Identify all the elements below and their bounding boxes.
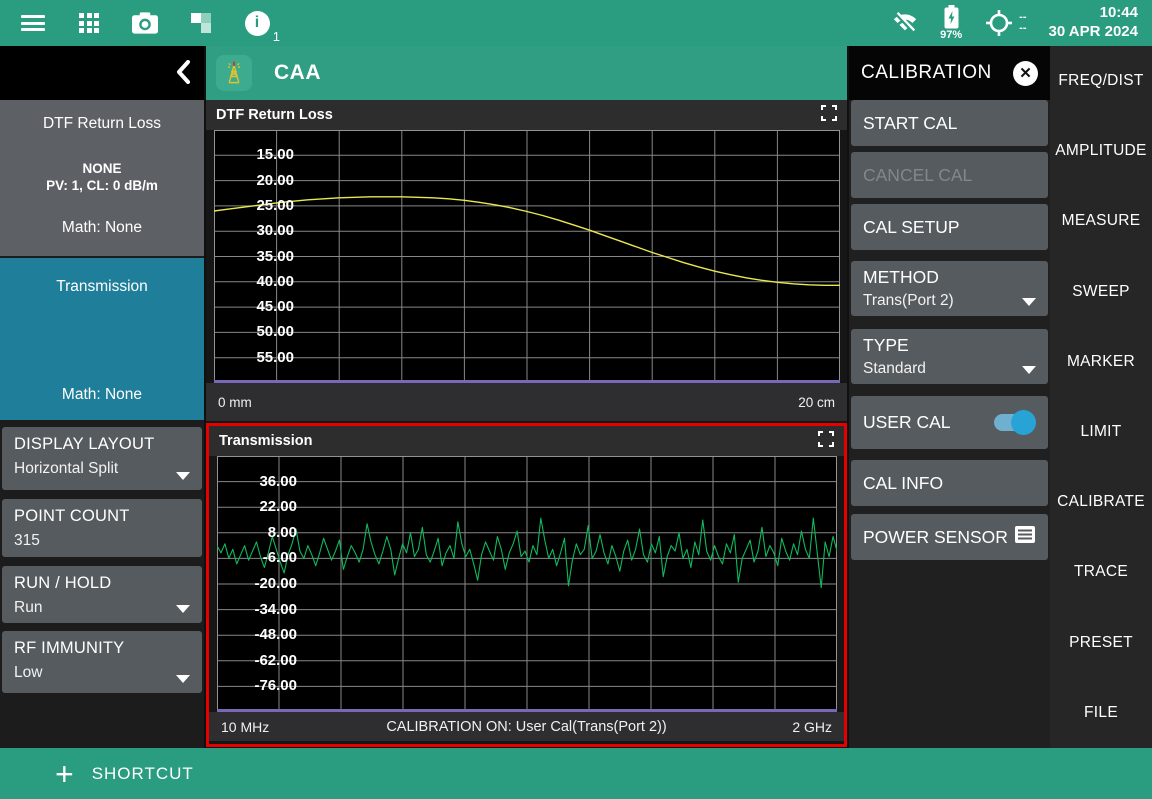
shortcut-button[interactable]: SHORTCUT bbox=[92, 764, 194, 784]
chevron-down-icon bbox=[176, 675, 190, 683]
type-dropdown[interactable]: TYPE Standard bbox=[851, 329, 1048, 384]
date: 30 APR 2024 bbox=[1048, 23, 1138, 42]
battery-indicator: 97% bbox=[940, 5, 962, 41]
setting-label: RF IMMUNITY bbox=[14, 639, 190, 658]
info-badge: 1 bbox=[273, 29, 280, 44]
trace-tile-dtf-return-loss[interactable]: DTF Return Loss NONE PV: 1, CL: 0 dB/m M… bbox=[0, 100, 204, 256]
clock: 10:44 30 APR 2024 bbox=[1048, 4, 1138, 42]
setting-display-layout[interactable]: DISPLAY LAYOUT Horizontal Split bbox=[2, 427, 202, 490]
setting-run-hold[interactable]: RUN / HOLD Run bbox=[2, 566, 202, 623]
maximize-icon[interactable] bbox=[818, 431, 834, 452]
trace-tile-cable: NONE bbox=[0, 161, 204, 176]
plus-icon[interactable]: + bbox=[55, 759, 74, 789]
method-value: Trans(Port 2) bbox=[863, 292, 954, 310]
calibration-panel: CALIBRATION ✕ START CAL CANCEL CAL CAL S… bbox=[849, 46, 1050, 748]
gps-crosshair-icon bbox=[984, 8, 1014, 38]
time: 10:44 bbox=[1100, 4, 1138, 23]
trace-tile-title: DTF Return Loss bbox=[0, 100, 204, 133]
menu-item-trace[interactable]: TRACE bbox=[1050, 537, 1152, 607]
calibration-panel-title: CALIBRATION bbox=[861, 62, 992, 84]
user-cal-toggle-row[interactable]: USER CAL bbox=[851, 396, 1048, 449]
trace-tile-math: Math: None bbox=[0, 219, 204, 237]
setting-point-count[interactable]: POINT COUNT 315 bbox=[2, 499, 202, 557]
chevron-down-icon bbox=[1022, 298, 1036, 306]
trace-tile-math: Math: None bbox=[0, 386, 204, 404]
chart-panel-transmission-selected[interactable]: Transmission 36.0022.008.00-6.00-20.00-3… bbox=[206, 423, 847, 747]
info-icon[interactable]: i 1 bbox=[244, 10, 270, 36]
chart-title: DTF Return Loss bbox=[216, 107, 333, 123]
main-area: CAA DTF Return Loss 15.0020.0025.0030.00… bbox=[206, 46, 847, 748]
app-title: CAA bbox=[274, 61, 321, 85]
chevron-down-icon bbox=[176, 472, 190, 480]
setting-label: POINT COUNT bbox=[14, 507, 190, 526]
power-sensor-label: POWER SENSOR bbox=[863, 527, 1008, 548]
start-cal-button[interactable]: START CAL bbox=[851, 100, 1048, 146]
user-cal-toggle[interactable] bbox=[994, 414, 1034, 431]
apps-grid-icon[interactable] bbox=[76, 10, 102, 36]
chart-panel-dtf-return-loss[interactable]: DTF Return Loss 15.0020.0025.0030.0035.0… bbox=[206, 100, 847, 421]
cal-setup-button[interactable]: CAL SETUP bbox=[851, 204, 1048, 250]
trace-tile-params: PV: 1, CL: 0 dB/m bbox=[0, 178, 204, 193]
chevron-down-icon bbox=[176, 605, 190, 613]
setting-rf-immunity[interactable]: RF IMMUNITY Low bbox=[2, 631, 202, 693]
cal-info-button[interactable]: CAL INFO bbox=[851, 460, 1048, 506]
setting-label: RUN / HOLD bbox=[14, 574, 190, 593]
sidebar-header bbox=[0, 46, 204, 100]
power-sensor-button[interactable]: POWER SENSOR bbox=[851, 514, 1048, 560]
caa-app-icon bbox=[216, 55, 252, 91]
x-axis-start-label: 0 mm bbox=[218, 395, 252, 410]
setting-value: Run bbox=[14, 599, 190, 617]
power-sensor-icon bbox=[1014, 525, 1036, 549]
menu-item-marker[interactable]: MARKER bbox=[1050, 327, 1152, 397]
x-axis-start-label: 10 MHz bbox=[221, 719, 269, 735]
app-header: CAA bbox=[206, 46, 847, 100]
collapse-sidebar-button[interactable] bbox=[176, 60, 190, 89]
dtf-plot-area[interactable]: 15.0020.0025.0030.0035.0040.0045.0050.00… bbox=[214, 130, 840, 383]
gps-value-bottom: -- bbox=[1019, 23, 1026, 34]
menu-item-amplitude[interactable]: AMPLITUDE bbox=[1050, 116, 1152, 186]
setting-value: Horizontal Split bbox=[14, 460, 190, 478]
maximize-icon[interactable] bbox=[821, 105, 837, 126]
transmission-plot-area[interactable]: 36.0022.008.00-6.00-20.00-34.00-48.00-62… bbox=[217, 456, 837, 712]
top-status-bar: i 1 97% bbox=[0, 0, 1152, 46]
wifi-off-icon[interactable] bbox=[892, 10, 918, 36]
setting-label: DISPLAY LAYOUT bbox=[14, 435, 190, 454]
menu-item-calibrate[interactable]: CALIBRATE bbox=[1050, 467, 1152, 537]
method-dropdown[interactable]: METHOD Trans(Port 2) bbox=[851, 261, 1048, 316]
x-axis-end-label: 20 cm bbox=[798, 395, 835, 410]
camera-icon[interactable] bbox=[132, 10, 158, 36]
trace-tile-title: Transmission bbox=[0, 258, 204, 296]
calibration-status-text: CALIBRATION ON: User Cal(Trans(Port 2)) bbox=[209, 719, 844, 735]
shortcut-bar: + SHORTCUT bbox=[0, 748, 1152, 799]
gps-indicator: -- -- bbox=[984, 8, 1026, 38]
trace-tile-transmission[interactable]: Transmission Math: None bbox=[0, 258, 204, 420]
menu-item-measure[interactable]: MEASURE bbox=[1050, 186, 1152, 256]
cancel-cal-button: CANCEL CAL bbox=[851, 152, 1048, 198]
menu-item-file[interactable]: FILE bbox=[1050, 678, 1152, 748]
method-label: METHOD bbox=[863, 267, 939, 288]
setting-value: 315 bbox=[14, 532, 190, 550]
hamburger-menu-icon[interactable] bbox=[20, 10, 46, 36]
user-cal-label: USER CAL bbox=[863, 412, 951, 433]
menu-item-preset[interactable]: PRESET bbox=[1050, 608, 1152, 678]
chevron-down-icon bbox=[1022, 366, 1036, 374]
screen-capture-icon[interactable] bbox=[188, 10, 214, 36]
x-axis-end-label: 2 GHz bbox=[792, 719, 832, 735]
chart-title: Transmission bbox=[219, 433, 312, 449]
close-icon[interactable]: ✕ bbox=[1013, 61, 1038, 86]
left-sidebar: DTF Return Loss NONE PV: 1, CL: 0 dB/m M… bbox=[0, 46, 204, 748]
setting-value: Low bbox=[14, 664, 190, 682]
battery-percent: 97% bbox=[940, 30, 962, 41]
menu-item-freq-dist[interactable]: FREQ/DIST bbox=[1050, 46, 1152, 116]
main-menu: FREQ/DIST AMPLITUDE MEASURE SWEEP MARKER… bbox=[1050, 46, 1152, 748]
menu-item-sweep[interactable]: SWEEP bbox=[1050, 257, 1152, 327]
menu-item-limit[interactable]: LIMIT bbox=[1050, 397, 1152, 467]
type-value: Standard bbox=[863, 360, 926, 378]
type-label: TYPE bbox=[863, 335, 909, 356]
